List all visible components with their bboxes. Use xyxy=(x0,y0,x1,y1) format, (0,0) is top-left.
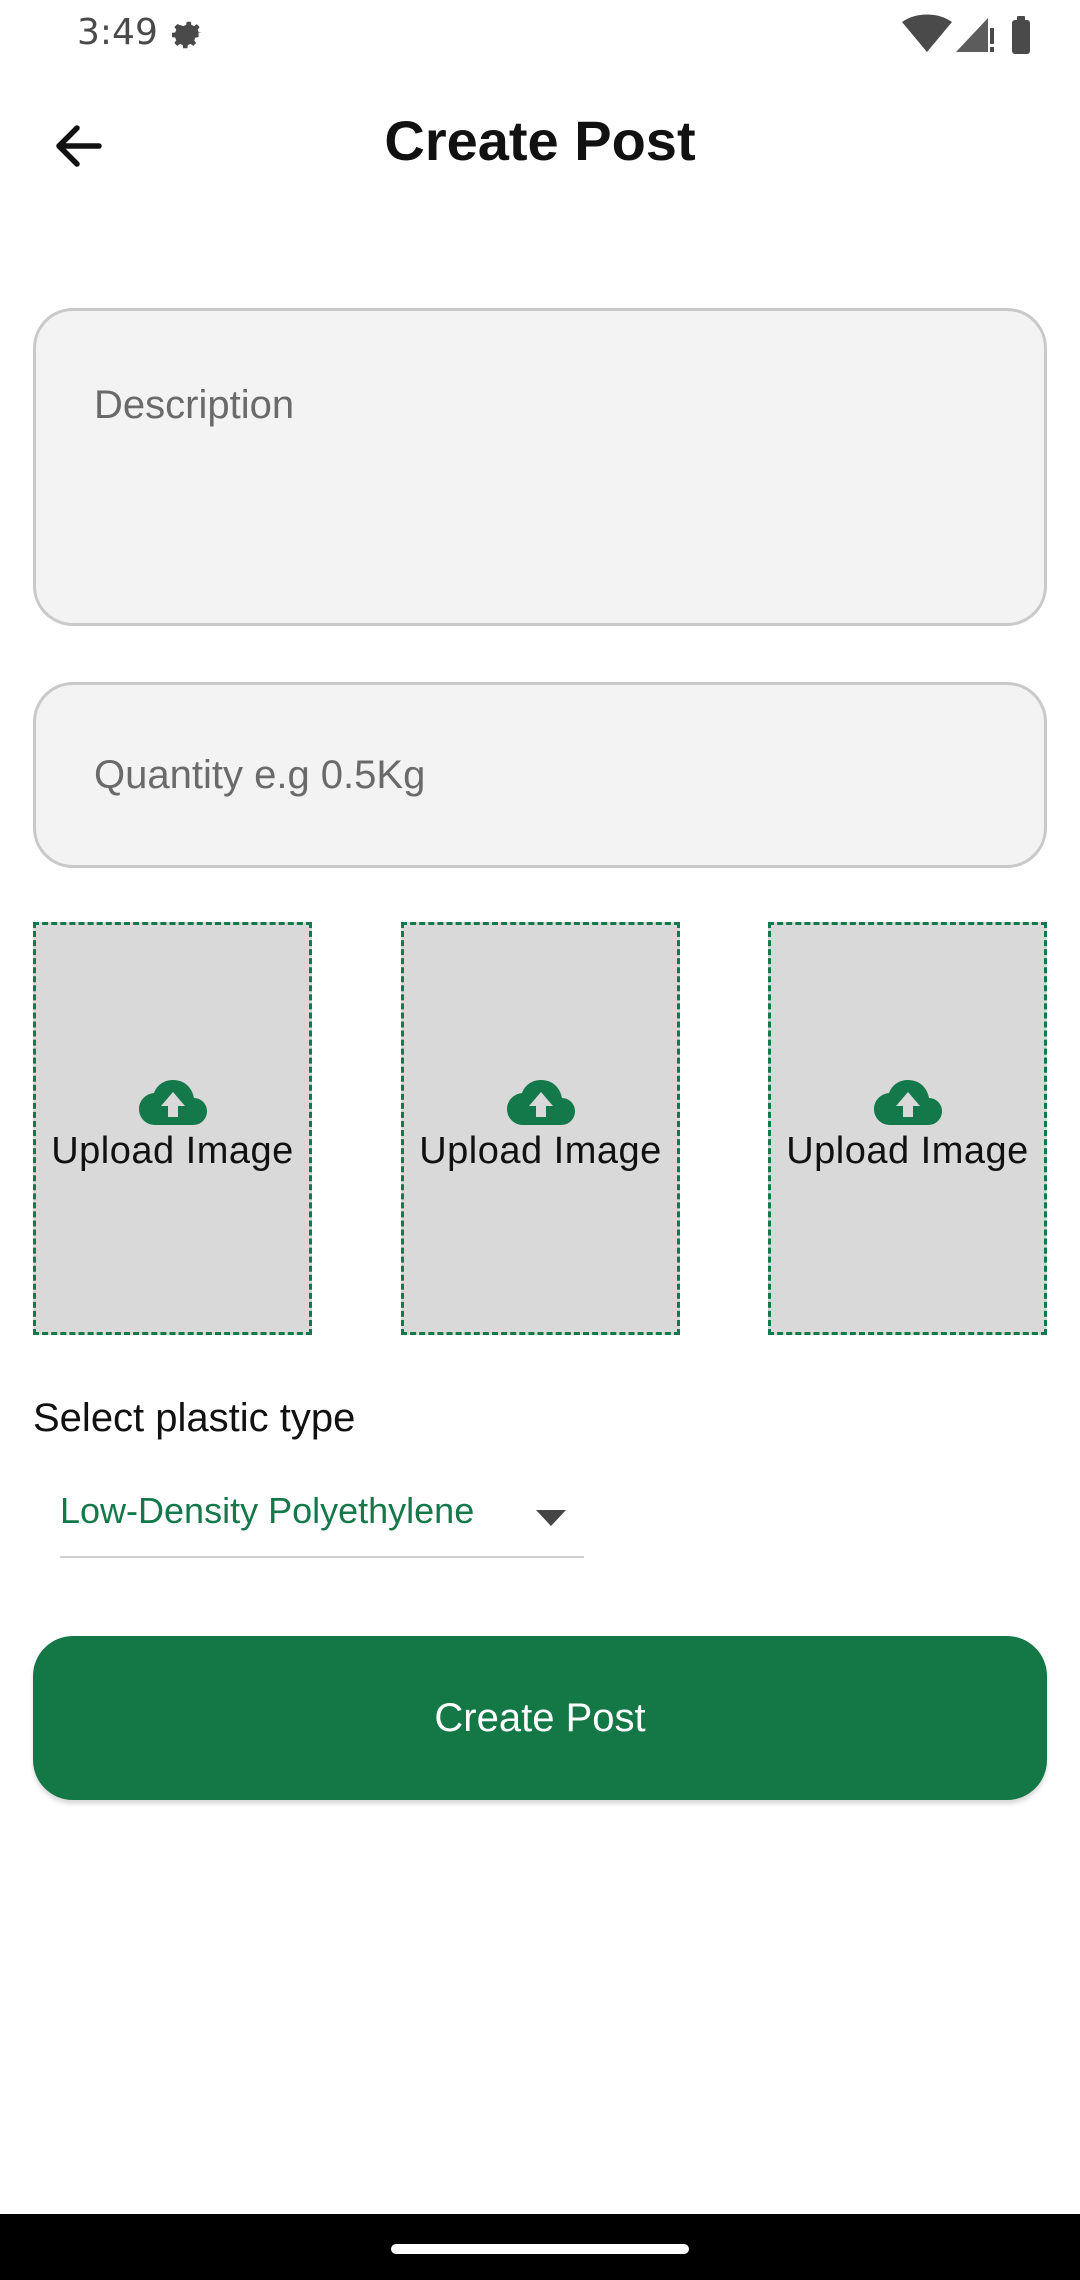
upload-image-button-1[interactable]: Upload Image xyxy=(33,922,312,1335)
upload-image-label: Upload Image xyxy=(786,1130,1029,1172)
status-bar: 3:49 xyxy=(0,0,1080,70)
plastic-type-label: Select plastic type xyxy=(33,1396,356,1440)
description-field xyxy=(33,308,1047,626)
system-nav-bar xyxy=(0,2214,1080,2280)
create-post-button[interactable]: Create Post xyxy=(33,1636,1047,1800)
upload-image-button-3[interactable]: Upload Image xyxy=(768,922,1047,1335)
upload-image-button-2[interactable]: Upload Image xyxy=(401,922,680,1335)
page-title: Create Post xyxy=(384,109,696,172)
signal-icon xyxy=(956,18,994,52)
battery-icon xyxy=(1012,16,1030,54)
settings-gear-icon xyxy=(171,21,203,49)
home-gesture-handle[interactable] xyxy=(391,2244,689,2254)
quantity-field xyxy=(33,682,1047,868)
cloud-upload-icon xyxy=(506,1080,575,1125)
dropdown-arrow-icon xyxy=(536,1510,566,1526)
status-indicators xyxy=(902,14,1030,54)
upload-image-label: Upload Image xyxy=(51,1130,294,1172)
cloud-upload-icon xyxy=(138,1080,207,1125)
description-input[interactable] xyxy=(36,311,1044,623)
wifi-icon xyxy=(902,14,952,52)
create-post-screen: 3:49 Create Post Description Quantity e.… xyxy=(0,0,1080,2280)
status-time: 3:49 xyxy=(77,12,158,53)
plastic-type-selected: Low-Density Polyethylene xyxy=(60,1490,475,1531)
app-bar: Create Post xyxy=(0,90,1080,200)
upload-image-label: Upload Image xyxy=(419,1130,662,1172)
plastic-type-dropdown[interactable]: Low-Density Polyethylene xyxy=(60,1480,584,1558)
cloud-upload-icon xyxy=(873,1080,942,1125)
quantity-input[interactable] xyxy=(36,685,1044,865)
